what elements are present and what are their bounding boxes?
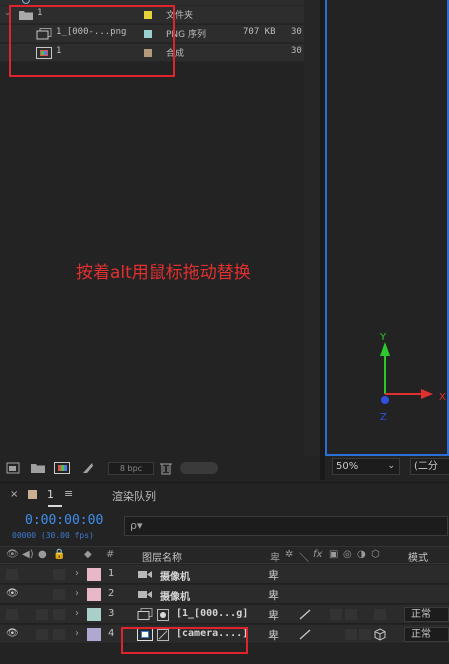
- layer-row[interactable]: 👁 › 2 摄像机 卑: [0, 585, 449, 604]
- label-icon[interactable]: ◆: [84, 549, 92, 560]
- motion-blur-toggle[interactable]: [345, 629, 357, 640]
- tab-render-queue[interactable]: 渲染队列: [112, 488, 156, 504]
- layer-number-header: #: [106, 549, 115, 560]
- layer-label-swatch[interactable]: [87, 608, 101, 621]
- new-folder-icon[interactable]: [30, 461, 46, 475]
- layer-label-swatch[interactable]: [87, 588, 101, 601]
- collapse-switch-icon[interactable]: ✲: [285, 549, 293, 560]
- layer-name-header[interactable]: 图层名称: [142, 549, 182, 564]
- annotation-text: 按着alt用鼠标拖动替换: [76, 263, 251, 283]
- close-icon[interactable]: ×: [10, 489, 18, 500]
- layer-number: 2: [108, 588, 115, 599]
- lock-toggle[interactable]: [53, 609, 65, 620]
- layer-name[interactable]: [1_[000...g]: [176, 608, 248, 619]
- chevron-right-icon[interactable]: ›: [75, 628, 79, 639]
- chevron-right-icon[interactable]: ›: [75, 568, 79, 579]
- mode-header: 模式: [408, 553, 428, 564]
- frame-blend-icon[interactable]: ▣: [329, 549, 338, 560]
- 3d-layer-toggle[interactable]: [374, 609, 386, 620]
- chevron-right-icon[interactable]: ›: [75, 608, 79, 619]
- axis-x-label: X: [439, 392, 446, 403]
- quality-icon[interactable]: [299, 629, 311, 640]
- quality-switch-icon[interactable]: ＼: [299, 549, 309, 564]
- shy-switch-icon[interactable]: 卑: [270, 549, 280, 564]
- bit-depth-button[interactable]: 8 bpc: [108, 462, 154, 475]
- trash-icon[interactable]: [158, 461, 174, 475]
- resolution-select[interactable]: (二分: [410, 458, 449, 475]
- layer-name[interactable]: 摄像机: [160, 568, 190, 583]
- layer-search-input[interactable]: ρ▾: [124, 516, 448, 536]
- comp-label-swatch: [28, 490, 37, 499]
- frame-rate-info: 00000 (30.00 fps): [12, 531, 94, 540]
- effects-switch-icon[interactable]: fx: [313, 549, 322, 560]
- 3d-cube-icon[interactable]: [374, 628, 386, 641]
- active-tab-indicator: [48, 505, 62, 507]
- quality-icon[interactable]: [299, 609, 311, 620]
- timeline-tab-bar: × 1 ≡ 渲染队列: [0, 482, 449, 508]
- audio-icon[interactable]: ◀): [22, 549, 34, 560]
- frame-blend-toggle[interactable]: [330, 609, 342, 620]
- project-toolbar: 8 bpc: [0, 456, 320, 480]
- solo-toggle[interactable]: [36, 629, 48, 640]
- motion-blur-icon[interactable]: ◎: [343, 549, 352, 560]
- motion-blur-toggle[interactable]: [345, 609, 357, 620]
- project-scrollbar[interactable]: [304, 0, 320, 456]
- adjustment-layer-icon[interactable]: ◑: [357, 549, 366, 560]
- blend-mode-select[interactable]: 正常: [404, 627, 449, 642]
- 3d-layer-icon[interactable]: ⬡: [371, 549, 380, 560]
- visibility-toggle[interactable]: [6, 609, 18, 620]
- tab-composition[interactable]: 1: [47, 488, 54, 501]
- image-sequence-icon: [137, 608, 153, 620]
- camera-icon: [138, 591, 152, 598]
- solo-toggle[interactable]: [36, 609, 48, 620]
- tab-menu-icon[interactable]: ≡: [64, 487, 73, 500]
- current-time[interactable]: 0:00:00:00: [25, 513, 103, 528]
- flowchart-icon[interactable]: [80, 461, 96, 475]
- highlight-box: [121, 627, 248, 654]
- solo-icon[interactable]: ●: [38, 549, 47, 560]
- zoom-select[interactable]: 50% ⌄: [332, 458, 400, 475]
- layer-row[interactable]: › 1 摄像机 卑: [0, 565, 449, 584]
- axis-z-label: Z: [380, 412, 387, 423]
- axis-y-label: Y: [379, 332, 387, 343]
- shy-switch[interactable]: 卑: [268, 587, 279, 603]
- lock-toggle[interactable]: [53, 569, 65, 580]
- layer-number: 1: [108, 568, 115, 579]
- search-icon: ρ▾: [130, 519, 143, 532]
- 3d-axis-gizmo: Y X Z: [379, 332, 446, 423]
- interpret-footage-icon[interactable]: [6, 461, 22, 475]
- lock-toggle[interactable]: [53, 589, 65, 600]
- lock-icon[interactable]: 🔒: [53, 549, 65, 560]
- layer-row[interactable]: › 3 [1_[000...g] 卑 正常: [0, 605, 449, 624]
- horizontal-scrollbar[interactable]: [180, 462, 218, 474]
- layer-number: 4: [108, 628, 115, 639]
- blend-mode-select[interactable]: 正常: [404, 607, 449, 622]
- layer-label-swatch[interactable]: [87, 568, 101, 581]
- visibility-toggle[interactable]: [6, 569, 18, 580]
- camera-icon: [138, 571, 152, 578]
- eye-icon[interactable]: 👁: [6, 588, 19, 599]
- eye-icon[interactable]: 👁: [6, 628, 19, 639]
- adjustment-toggle[interactable]: [359, 629, 371, 640]
- highlight-box: [9, 5, 175, 77]
- track-matte-icon: [157, 609, 169, 621]
- lock-toggle[interactable]: [53, 629, 65, 640]
- new-composition-icon[interactable]: [54, 461, 70, 475]
- chevron-right-icon[interactable]: ›: [75, 588, 79, 599]
- zoom-value: 50%: [336, 461, 359, 472]
- shy-switch[interactable]: 卑: [268, 567, 279, 583]
- project-item-frames: 30: [291, 27, 302, 37]
- shy-switch[interactable]: 卑: [268, 607, 279, 623]
- layer-label-swatch[interactable]: [87, 628, 101, 641]
- project-item-frames: 30: [291, 46, 302, 56]
- chevron-down-icon: ⌄: [387, 461, 395, 471]
- shy-switch[interactable]: 卑: [268, 627, 279, 643]
- eye-icon[interactable]: 👁: [6, 549, 19, 560]
- project-item-size: 707 KB: [243, 27, 276, 37]
- resolution-value: (二分: [414, 461, 438, 472]
- layer-name[interactable]: 摄像机: [160, 588, 190, 603]
- composition-viewer[interactable]: Y X Z: [325, 0, 449, 456]
- layer-number: 3: [108, 608, 115, 619]
- timeline-column-header: 👁 ◀) ● 🔒 ◆ # 图层名称 卑 ✲ ＼ fx ▣ ◎ ◑ ⬡ 模式: [0, 546, 449, 564]
